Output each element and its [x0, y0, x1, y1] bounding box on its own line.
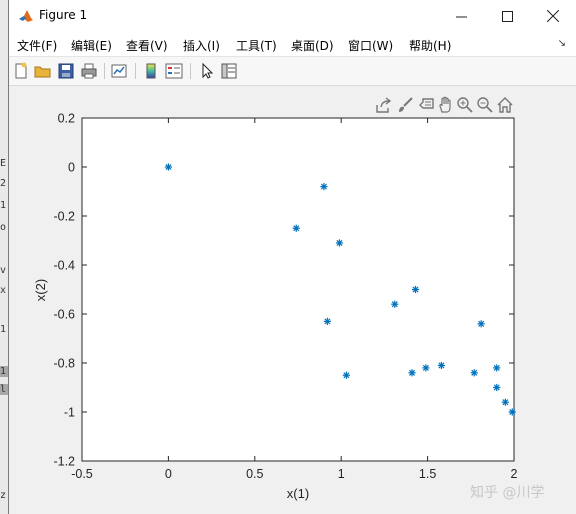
y-tick-label: -0.4 [53, 259, 75, 273]
y-tick-labels: 0.2 0 -0.2 -0.4 -0.6 -0.8 -1 -1.2 [53, 112, 75, 469]
data-point-star [477, 320, 485, 328]
y-tick-label: -0.6 [53, 308, 75, 322]
y-tick-label: -0.8 [53, 357, 75, 371]
data-point-star [501, 398, 509, 406]
x-axis-label: x(1) [287, 486, 309, 501]
data-point-star [411, 285, 420, 294]
x-tick-label: 2 [511, 467, 518, 481]
data-point-star [470, 369, 478, 377]
y-tick-label: 0 [68, 161, 75, 175]
scatter-plot: -0.5 0 0.5 1 1.5 2 0.2 0 -0.2 -0.4 -0.6 -0.8 -1 -1.2… [33, 112, 518, 502]
data-point-star [292, 224, 300, 232]
x-tick-label: 0 [165, 467, 172, 481]
data-point-star [320, 183, 328, 191]
data-point-star [493, 364, 501, 372]
data-point-star [342, 371, 350, 379]
data-point-star [164, 163, 172, 171]
data-point-star [422, 364, 430, 372]
axes-area [82, 118, 514, 461]
y-tick-label: -1.2 [53, 455, 75, 469]
watermark: 知乎 @川学 [470, 485, 545, 501]
y-tick-label: -0.2 [53, 210, 75, 224]
data-point-star [391, 300, 399, 308]
x-tick-label: 1.5 [419, 467, 436, 481]
data-point-star [493, 383, 501, 392]
x-tick-label: 1 [338, 467, 345, 481]
data-point-star [323, 317, 331, 325]
data-point-star [408, 369, 416, 377]
x-tick-labels: -0.5 0 0.5 1 1.5 2 [71, 467, 517, 481]
data-point-star [508, 408, 516, 416]
y-axis-label: x(2) [33, 279, 48, 301]
data-point-star [335, 239, 344, 247]
y-tick-label: -1 [64, 406, 75, 420]
data-point-star [437, 361, 446, 370]
x-tick-label: -0.5 [71, 467, 93, 481]
y-tick-label: 0.2 [58, 112, 75, 126]
x-tick-label: 0.5 [246, 467, 263, 481]
